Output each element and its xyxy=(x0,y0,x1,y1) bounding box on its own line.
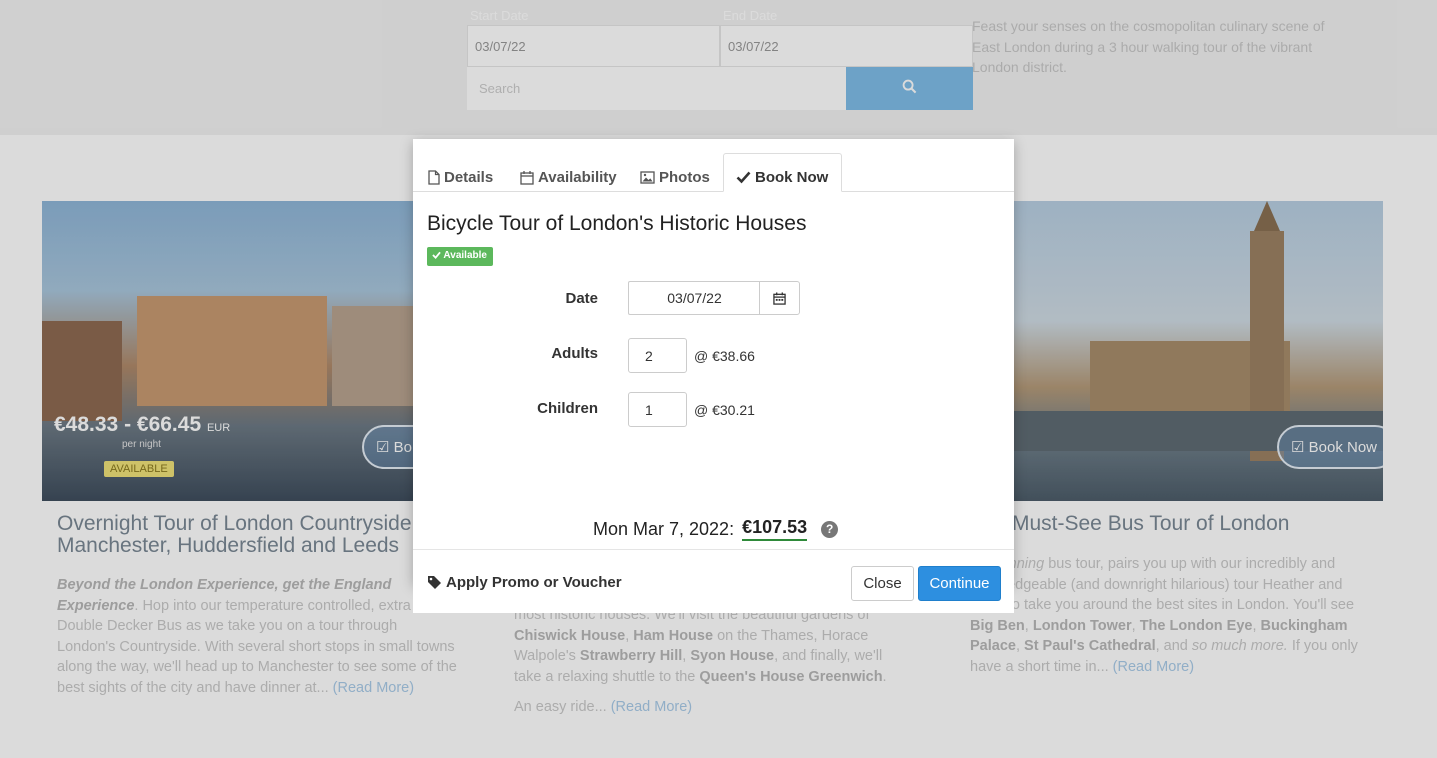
tab-availability[interactable]: Availability xyxy=(520,153,617,192)
check-icon xyxy=(736,171,751,183)
tab-label: Availability xyxy=(538,169,617,186)
modal-tabs: Details Availability Photos Book Now xyxy=(413,139,1014,192)
modal-footer: Apply Promo or Voucher Close Continue xyxy=(413,549,1014,613)
calendar-icon xyxy=(773,291,786,305)
tab-photos[interactable]: Photos xyxy=(640,153,710,192)
apply-promo-link[interactable]: Apply Promo or Voucher xyxy=(427,574,622,591)
tab-label: Photos xyxy=(659,169,710,186)
booking-total: Mon Mar 7, 2022: €107.53 ? xyxy=(593,517,839,541)
tab-label: Book Now xyxy=(755,168,829,186)
calendar-icon xyxy=(520,171,534,185)
tag-icon xyxy=(428,576,441,589)
children-label: Children xyxy=(537,400,598,417)
adults-label: Adults xyxy=(551,345,598,362)
close-button[interactable]: Close xyxy=(851,566,914,601)
question-circle-icon[interactable]: ? xyxy=(821,520,839,538)
tab-book-now[interactable]: Book Now xyxy=(723,153,843,192)
continue-button[interactable]: Continue xyxy=(918,566,1001,601)
date-label: Date xyxy=(565,290,598,307)
booking-modal: Details Availability Photos Book Now Bic… xyxy=(413,139,1014,613)
children-input[interactable]: 1 xyxy=(628,392,687,427)
adults-unit-price: @ €38.66 xyxy=(694,348,755,364)
image-icon xyxy=(640,171,655,184)
promo-label: Apply Promo or Voucher xyxy=(446,574,622,591)
file-icon xyxy=(428,170,440,185)
adults-input[interactable]: 2 xyxy=(628,338,687,373)
tab-details[interactable]: Details xyxy=(428,153,493,192)
calendar-button[interactable] xyxy=(759,281,800,315)
total-date: Mon Mar 7, 2022: xyxy=(593,518,735,539)
date-input[interactable]: 03/07/22 xyxy=(628,281,760,315)
total-amount: €107.53 xyxy=(742,517,808,541)
children-unit-price: @ €30.21 xyxy=(694,402,755,418)
tab-label: Details xyxy=(444,169,494,186)
availability-status-badge: Available xyxy=(427,247,493,266)
tour-title: Bicycle Tour of London's Historic Houses xyxy=(427,212,807,235)
check-icon xyxy=(432,251,441,259)
